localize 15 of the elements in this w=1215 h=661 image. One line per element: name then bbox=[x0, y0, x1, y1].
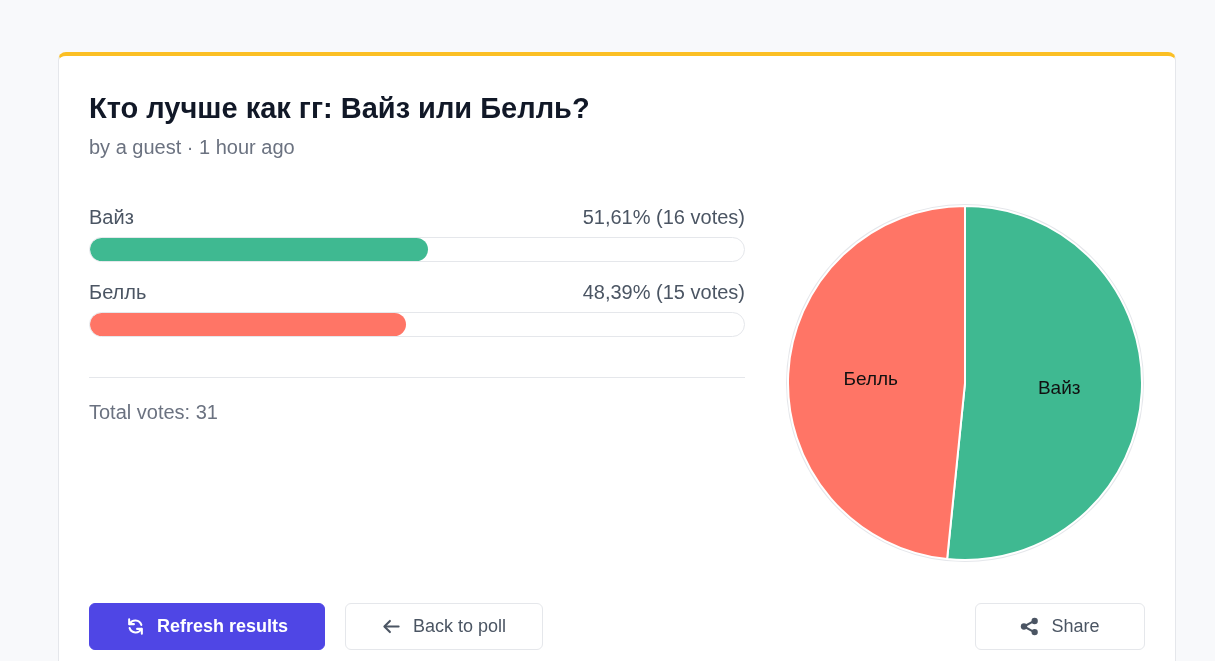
refresh-icon bbox=[126, 617, 145, 636]
poll-meta: by a guest · 1 hour ago bbox=[89, 135, 295, 159]
poll-title: Кто лучше как гг: Вайз или Белль? bbox=[89, 91, 590, 126]
refresh-results-button[interactable]: Refresh results bbox=[89, 603, 326, 650]
share-icon bbox=[1020, 617, 1040, 636]
option-label: Белль bbox=[89, 280, 147, 304]
back-to-poll-button[interactable]: Back to poll bbox=[345, 603, 544, 650]
option-percentage: 51,61% (16 votes) bbox=[582, 205, 745, 229]
left-arrow-icon bbox=[382, 617, 402, 636]
option-percentage: 48,39% (15 votes) bbox=[582, 280, 745, 304]
option-label: Вайз bbox=[89, 205, 134, 229]
slice-label: Белль bbox=[843, 367, 898, 389]
total-votes: Total votes: 31 bbox=[89, 400, 218, 424]
slice-label: Вайз bbox=[1037, 377, 1081, 399]
share-button[interactable]: Share bbox=[975, 603, 1145, 650]
